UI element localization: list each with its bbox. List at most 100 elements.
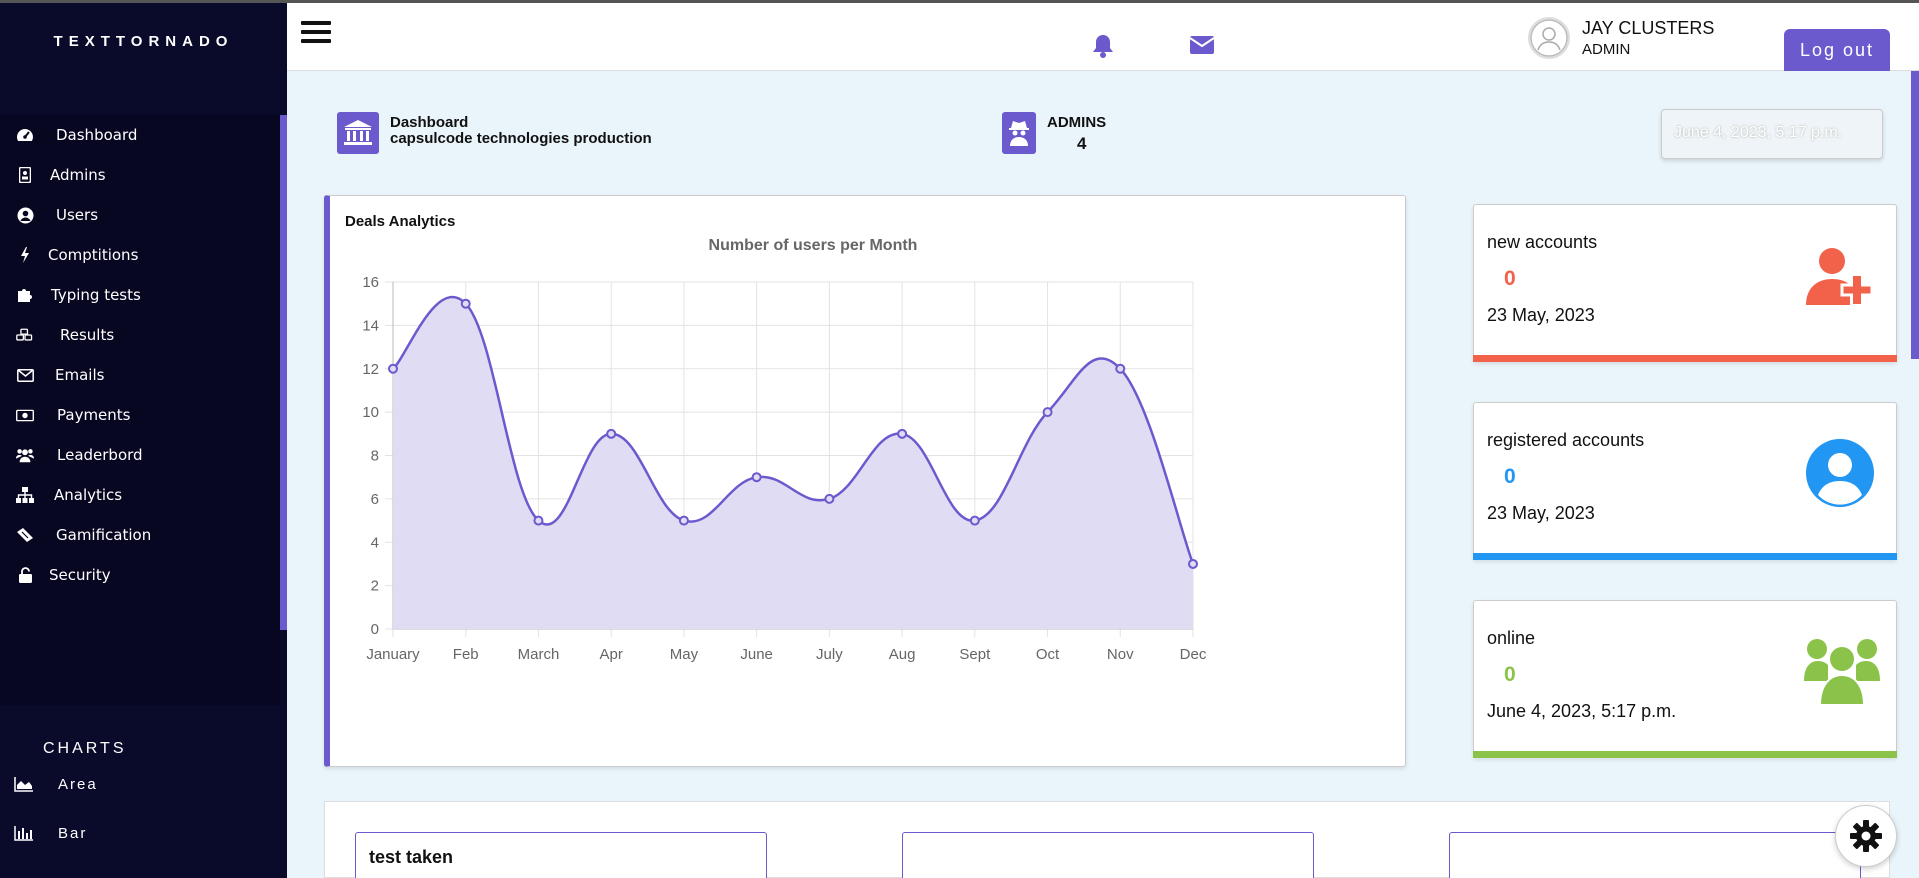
sidebar-item-typing-tests[interactable]: Typing tests [0, 275, 280, 315]
online-card: online 0 June 4, 2023, 5:17 p.m. [1473, 600, 1897, 758]
sidebar-item-users[interactable]: Users [0, 195, 280, 235]
x-tick-label: June [740, 646, 773, 663]
chart-title: Number of users per Month [709, 237, 918, 254]
data-point [824, 493, 835, 504]
sidebar-item-security[interactable]: Security [0, 555, 280, 595]
x-tick-label: July [816, 646, 843, 663]
users-icon [16, 446, 34, 464]
ticket-icon [16, 526, 34, 544]
sidebar-item-gamification[interactable]: Gamification [0, 515, 280, 555]
x-tick-label: Feb [453, 646, 479, 663]
bar-chart-icon [14, 825, 34, 841]
x-tick-label: January [366, 646, 420, 663]
users-per-month-chart: Number of users per Month 0 2 4 6 8 10 12 14 16 Ja… [362, 237, 1207, 663]
logout-button[interactable]: Log out [1784, 29, 1890, 71]
sidebar-item-results[interactable]: Results [0, 315, 280, 355]
stat-date: June 4, 2023, 5:17 p.m. [1487, 701, 1677, 721]
y-tick-label: 10 [362, 404, 379, 421]
stat-title: online [1487, 628, 1536, 648]
area-chart-icon [14, 776, 34, 792]
x-tick-label: Oct [1036, 646, 1060, 663]
user-role: ADMIN [1582, 41, 1631, 58]
deals-analytics-card: Deals Analytics Number of users per Mont… [324, 195, 1406, 767]
users-icon [1804, 635, 1884, 706]
sidebar-item-label: Analytics [54, 486, 123, 504]
y-tick-label: 0 [371, 621, 379, 638]
sidebar-item-emails[interactable]: Emails [0, 355, 280, 395]
x-tick-label: Sept [959, 646, 991, 663]
sidebar-item-bar[interactable]: Bar [0, 815, 280, 851]
data-point [751, 472, 762, 483]
sidebar-item-label: Gamification [56, 526, 152, 544]
dashboard-subtitle: capsulcode technologies production [390, 130, 652, 147]
sidebar-nav: Dashboard Admins Users Comptitions Typin… [0, 115, 280, 705]
data-point [533, 515, 544, 526]
sitemap-icon [16, 486, 34, 504]
top-navbar: JAY CLUSTERS ADMIN Log out [287, 3, 1919, 71]
stat-value: 0 [1504, 663, 1516, 686]
admins-count: 4 [1077, 134, 1087, 153]
y-tick-label: 16 [362, 274, 379, 291]
stat-card-right [1449, 832, 1861, 878]
y-tick-label: 8 [371, 448, 379, 465]
y-tick-label: 2 [371, 578, 379, 595]
id-badge-icon [16, 166, 34, 184]
envelope-icon[interactable] [1189, 35, 1215, 60]
user-name: JAY CLUSTERS [1582, 18, 1715, 38]
sidebar-item-label: Security [49, 566, 111, 584]
stat-color-bar [1473, 355, 1897, 362]
data-point [460, 298, 471, 309]
data-point [969, 515, 980, 526]
puzzle-icon [16, 286, 34, 304]
sidebar-item-label: Area [58, 775, 98, 793]
page-scrollbar[interactable] [1911, 71, 1919, 359]
unlock-icon [16, 566, 34, 584]
sidebar-item-payments[interactable]: Payments [0, 395, 280, 435]
data-point [1115, 363, 1126, 374]
stat-title: new accounts [1487, 232, 1598, 252]
sidebar-item-comptitions[interactable]: Comptitions [0, 235, 280, 275]
sidebar-item-area[interactable]: Area [0, 766, 280, 802]
bell-icon[interactable] [1091, 33, 1115, 64]
test-taken-card: test taken [355, 832, 767, 878]
data-point [1188, 558, 1198, 569]
user-plus-icon [1804, 245, 1884, 315]
registered-accounts-card: registered accounts 0 23 May, 2023 [1473, 402, 1897, 560]
sidebar-item-admins[interactable]: Admins [0, 155, 280, 195]
sidebar: TEXTTORNADO Dashboard Admins Users Compt… [0, 3, 287, 878]
money-icon [16, 406, 34, 424]
envelope-icon [16, 366, 34, 384]
sidebar-item-label: Results [60, 326, 115, 344]
sidebar-item-label: Users [56, 206, 99, 224]
data-point [1042, 407, 1053, 418]
sidebar-item-label: Emails [55, 366, 105, 384]
sidebar-item-analytics[interactable]: Analytics [0, 475, 280, 515]
stat-card-middle [902, 832, 1314, 878]
stat-value: 0 [1504, 465, 1516, 488]
data-point [897, 428, 908, 439]
user-circle-icon [1804, 437, 1884, 507]
menu-toggle-icon[interactable] [301, 21, 331, 47]
data-point [606, 428, 617, 439]
data-point [388, 363, 398, 374]
sidebar-scrollbar[interactable] [280, 115, 287, 630]
sidebar-item-label: Payments [57, 406, 131, 424]
x-tick-label: Nov [1107, 646, 1134, 663]
sidebar-item-dashboard[interactable]: Dashboard [0, 115, 280, 155]
bottom-panel: test taken [324, 801, 1890, 878]
stat-color-bar [1473, 553, 1897, 560]
new-accounts-card: new accounts 0 23 May, 2023 [1473, 204, 1897, 362]
y-tick-label: 4 [371, 534, 379, 551]
y-tick-label: 14 [362, 317, 379, 334]
sidebar-item-leaderbord[interactable]: Leaderbord [0, 435, 280, 475]
bolt-icon [16, 246, 34, 264]
x-tick-label: May [670, 646, 699, 663]
stat-date: 23 May, 2023 [1487, 305, 1595, 325]
stat-title: registered accounts [1487, 430, 1645, 450]
x-tick-label: Aug [889, 646, 916, 663]
avatar[interactable] [1528, 17, 1570, 59]
settings-gear-icon[interactable] [1835, 805, 1897, 867]
bank-icon [337, 112, 379, 154]
x-tick-label: March [518, 646, 560, 663]
y-tick-label: 6 [371, 491, 379, 508]
